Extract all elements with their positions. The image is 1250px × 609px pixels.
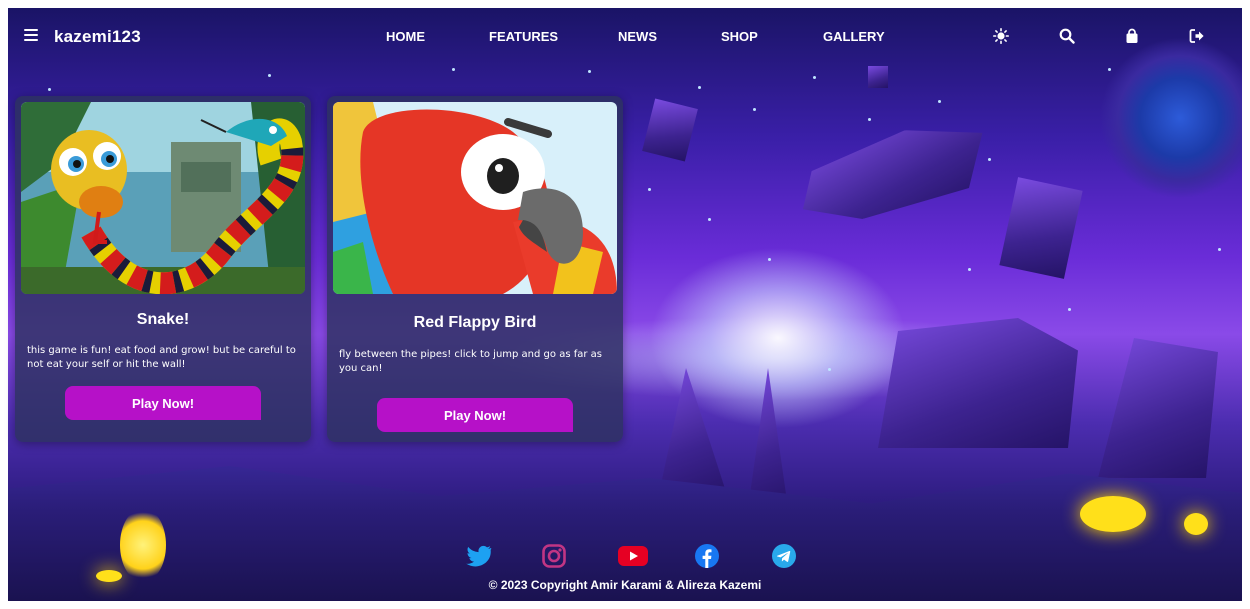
search-icon[interactable] bbox=[1058, 27, 1076, 45]
social-links bbox=[466, 543, 806, 571]
flappy-bird-game-image bbox=[333, 102, 617, 294]
twitter-icon[interactable] bbox=[466, 543, 492, 569]
floating-rock bbox=[792, 117, 993, 229]
facebook-icon[interactable] bbox=[694, 543, 720, 569]
youtube-icon[interactable] bbox=[618, 543, 648, 569]
play-now-button[interactable]: Play Now! bbox=[65, 386, 261, 420]
telegram-icon[interactable] bbox=[771, 543, 797, 569]
top-navbar: kazemi123 HOME FEATURES NEWS SHOP GALLER… bbox=[8, 8, 1242, 64]
nav-shop[interactable]: SHOP bbox=[721, 29, 758, 44]
glowing-crystal bbox=[1184, 513, 1208, 535]
copyright-text: © 2023 Copyright Amir Karami & Alireza K… bbox=[488, 578, 762, 592]
nav-features[interactable]: FEATURES bbox=[489, 29, 558, 44]
logout-icon[interactable] bbox=[1188, 27, 1206, 45]
game-card-snake: Snake! this game is fun! eat food and gr… bbox=[15, 96, 311, 442]
game-description: fly between the pipes! click to jump and… bbox=[339, 349, 602, 374]
shopping-bag-icon[interactable] bbox=[1123, 27, 1141, 45]
play-now-button[interactable]: Play Now! bbox=[377, 398, 573, 432]
snake-game-image bbox=[21, 102, 305, 294]
rock-spire bbox=[748, 368, 788, 508]
brand-logo[interactable]: kazemi123 bbox=[54, 27, 141, 47]
sun-icon[interactable] bbox=[992, 27, 1010, 45]
menu-icon[interactable] bbox=[24, 29, 38, 43]
game-title: Snake! bbox=[136, 311, 190, 328]
instagram-icon[interactable] bbox=[541, 543, 567, 569]
floating-rock bbox=[868, 66, 888, 88]
nav-home[interactable]: HOME bbox=[386, 29, 425, 44]
game-card-flappy-bird: Red Flappy Bird fly between the pipes! c… bbox=[327, 96, 623, 442]
glowing-crystal bbox=[1080, 496, 1146, 532]
rock-pillar bbox=[878, 318, 1078, 448]
nav-gallery[interactable]: GALLERY bbox=[823, 29, 885, 44]
rock-pillar bbox=[658, 368, 728, 498]
rock-pillar bbox=[1098, 338, 1218, 478]
floating-rock bbox=[642, 98, 698, 162]
game-title: Red Flappy Bird bbox=[413, 314, 537, 331]
game-description: this game is fun! eat food and grow! but… bbox=[27, 345, 296, 370]
floating-rock bbox=[999, 177, 1083, 279]
nav-news[interactable]: NEWS bbox=[618, 29, 657, 44]
glowing-crystal bbox=[120, 508, 166, 582]
